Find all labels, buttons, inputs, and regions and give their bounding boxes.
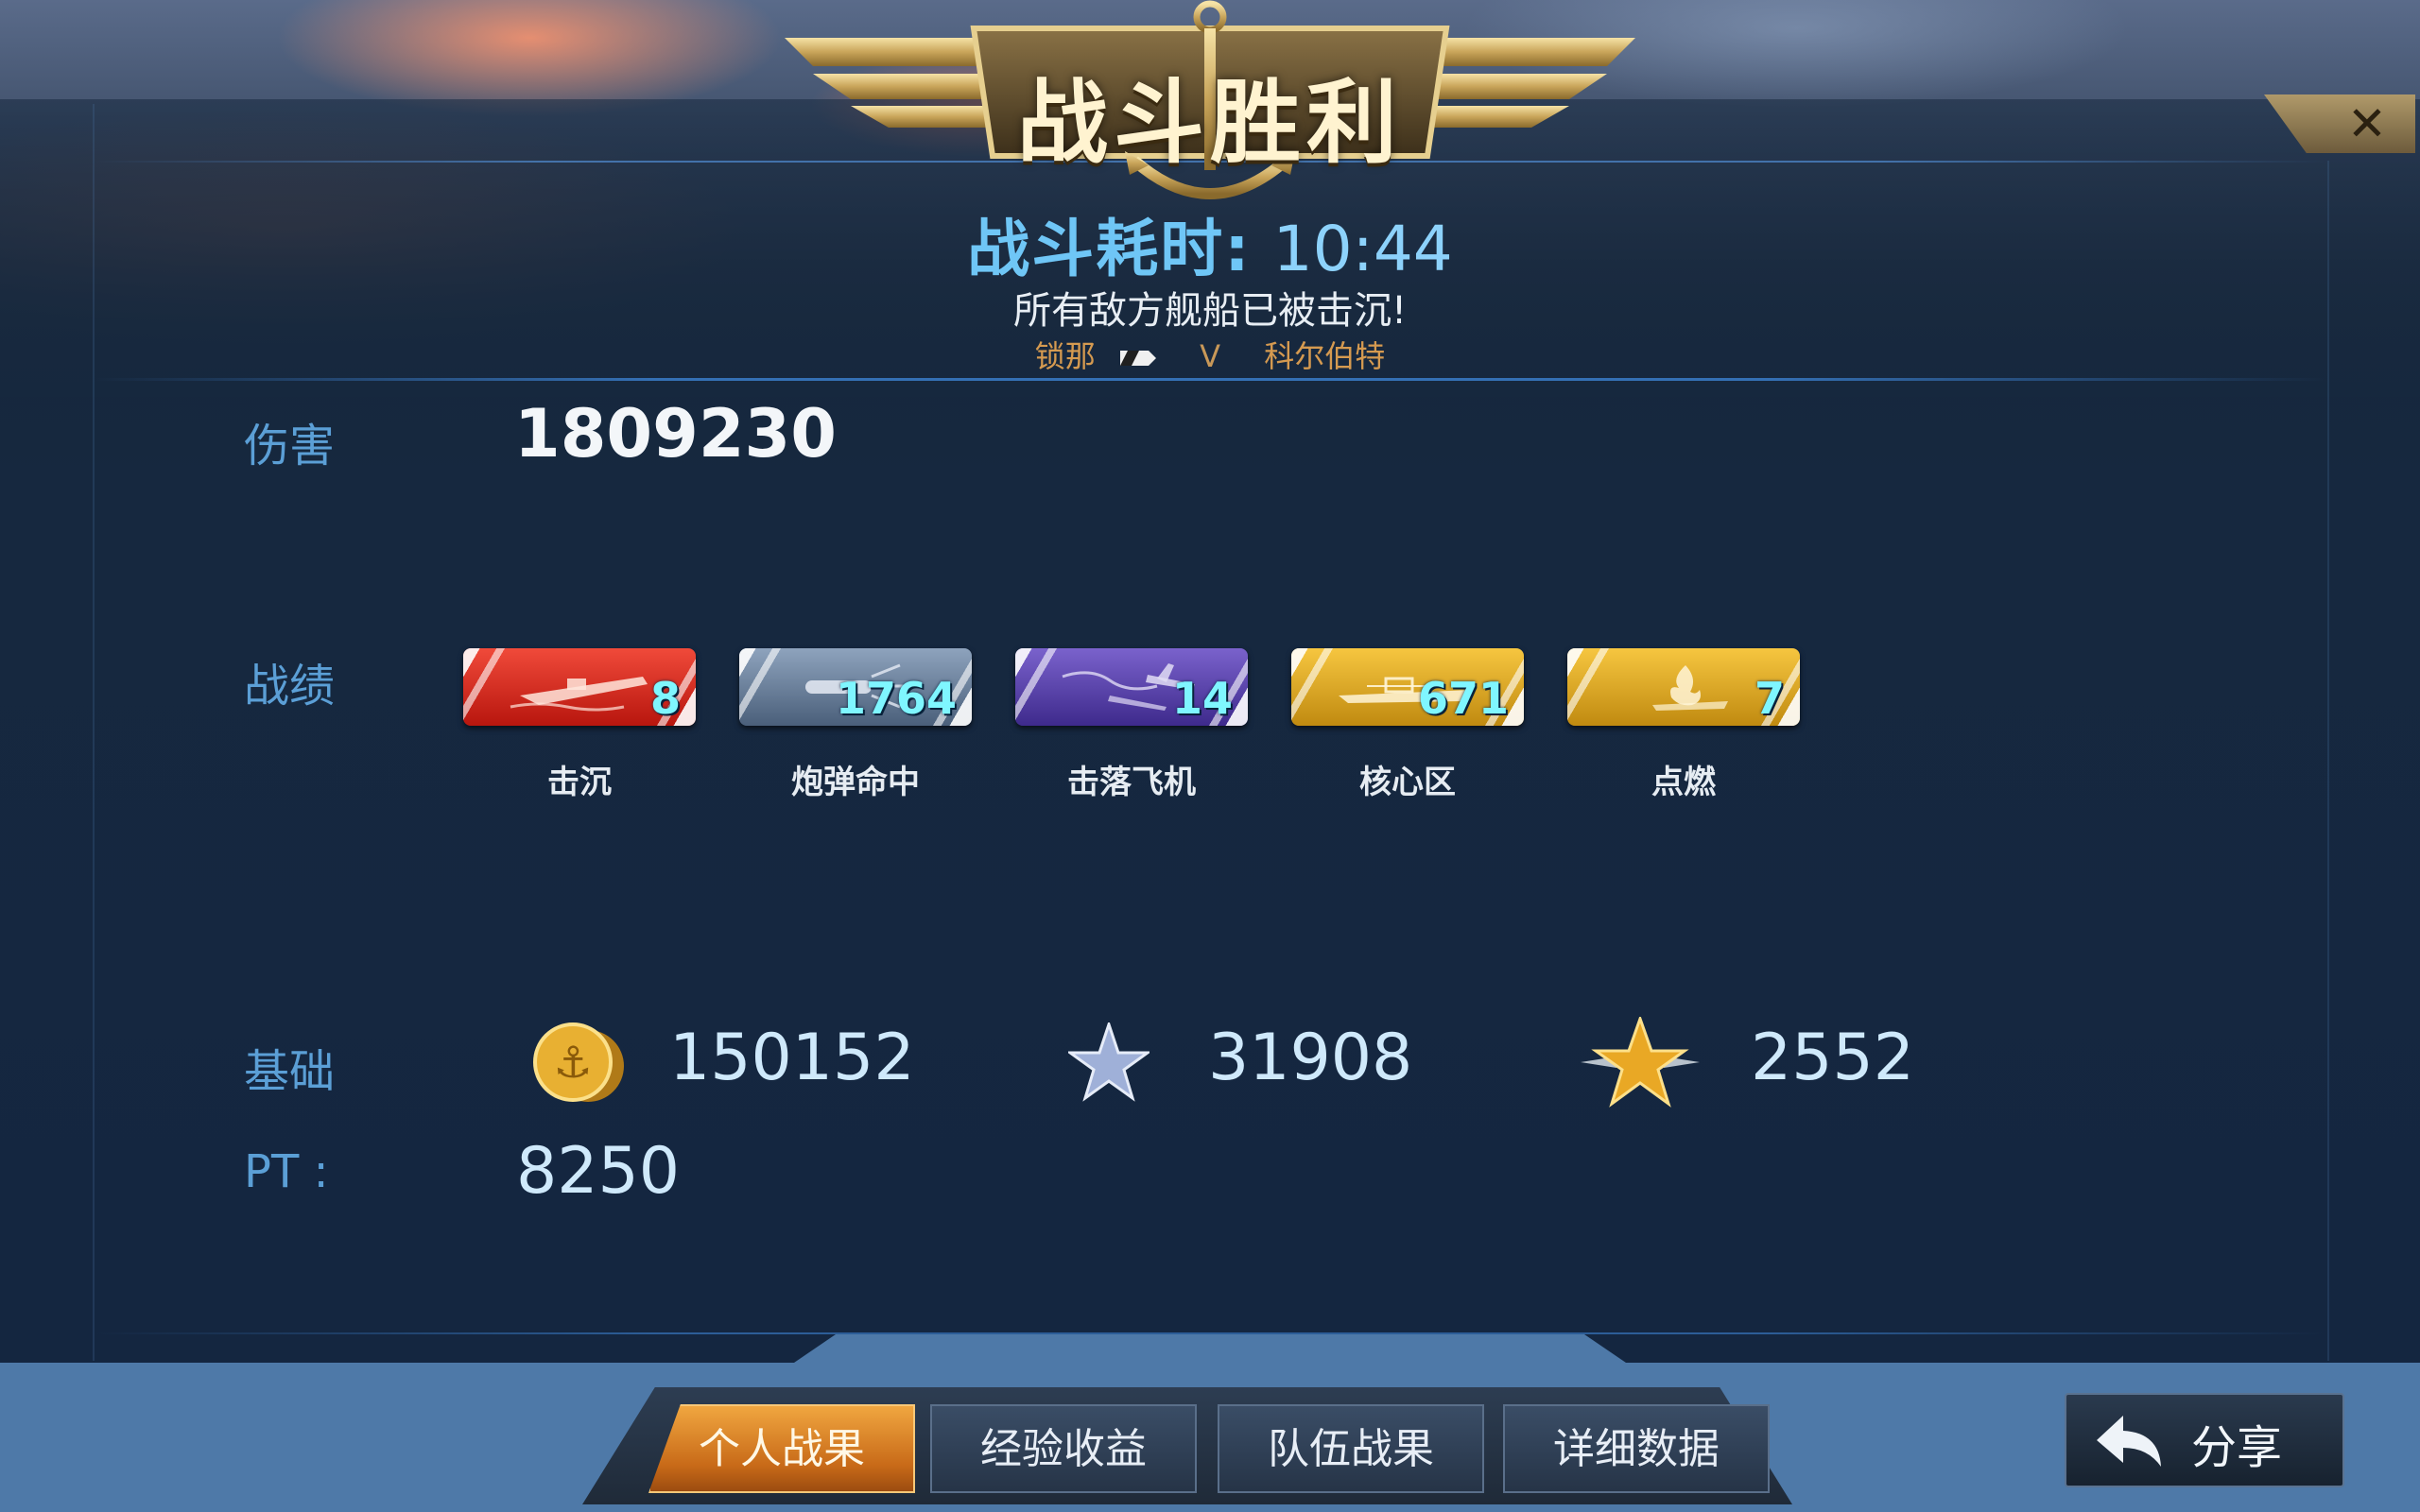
- silver-star-value: 31908: [1208, 1021, 1413, 1095]
- share-button[interactable]: 分享: [2065, 1393, 2344, 1487]
- medal-fire[interactable]: 7: [1567, 648, 1800, 726]
- gold-star-icon: [1581, 1017, 1700, 1108]
- base-label: 基础: [244, 1045, 336, 1098]
- player-right: 科尔伯特: [1264, 338, 1386, 374]
- medal-label-sink: 击沉: [547, 764, 612, 801]
- battle-duration: 战斗耗时: 10:44: [0, 198, 2420, 289]
- pt-value: 8250: [516, 1134, 681, 1209]
- sink-icon: [510, 677, 648, 712]
- medal-count: 671: [1417, 673, 1509, 724]
- medal-shell-hit[interactable]: 1764: [739, 648, 972, 726]
- damage-value: 1809230: [514, 395, 837, 472]
- damage-label: 伤害: [244, 420, 336, 472]
- coins-value: 150152: [669, 1021, 915, 1095]
- tab-personal-results[interactable]: 个人战果: [648, 1404, 915, 1493]
- result-message: 所有敌方舰船已被击沉!: [1012, 289, 1408, 333]
- victory-title: 战斗胜利: [1017, 70, 1403, 176]
- medal-label-fire: 点燃: [1651, 764, 1716, 801]
- medal-count: 14: [1171, 673, 1233, 724]
- medal-label-citadel: 核心区: [1359, 764, 1456, 801]
- medal-count: 8: [649, 673, 681, 724]
- silver-star-icon: [1068, 1022, 1150, 1102]
- flag-icon: [1119, 351, 1156, 366]
- gold-star-value: 2552: [1751, 1021, 1915, 1095]
- close-icon: ✕: [2347, 96, 2387, 151]
- svg-text:⚓: ⚓: [553, 1037, 592, 1088]
- medal-label-shell-hit: 炮弹命中: [791, 764, 920, 801]
- panel-divider-mid: [95, 378, 2325, 381]
- panel-divider-bottom: [95, 1332, 2325, 1334]
- medal-citadel[interactable]: 671: [1291, 648, 1524, 726]
- player-left: 锁那: [1034, 338, 1096, 374]
- bottom-bar-hump: [794, 1334, 1626, 1363]
- medal-sink[interactable]: 8: [463, 648, 696, 726]
- pt-label: PT :: [244, 1145, 329, 1198]
- medal-label-plane-down: 击落飞机: [1067, 764, 1196, 801]
- tab-team-results[interactable]: 队伍战果: [1218, 1404, 1484, 1493]
- share-arrow-icon: [2097, 1416, 2161, 1467]
- vs-label: V: [1200, 338, 1221, 374]
- duration-label: 战斗耗时:: [967, 213, 1252, 285]
- medal-plane-down[interactable]: 14: [1015, 648, 1248, 726]
- coin-icon: ⚓: [533, 1022, 624, 1102]
- share-label: 分享: [2191, 1421, 2283, 1474]
- fire-icon: [1652, 665, 1728, 711]
- matchup: 锁那 V 科尔伯特: [0, 333, 2420, 376]
- duration-value: 10:44: [1272, 213, 1453, 285]
- record-label: 战绩: [244, 660, 336, 713]
- tab-exp-gains[interactable]: 经验收益: [930, 1404, 1197, 1493]
- medal-count: 7: [1754, 673, 1785, 724]
- medal-count: 1764: [835, 673, 957, 724]
- tab-detailed-data[interactable]: 详细数据: [1503, 1404, 1770, 1493]
